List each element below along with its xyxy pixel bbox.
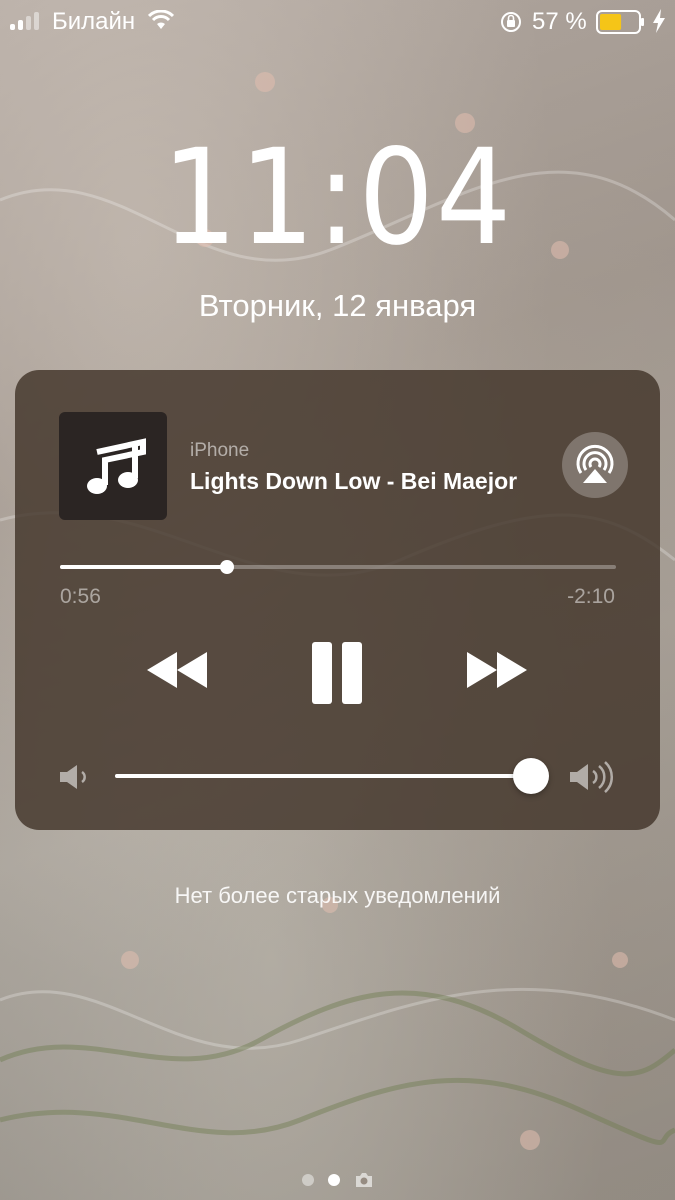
playback-scrubber[interactable] [60,560,616,574]
rotation-lock-icon [501,12,521,32]
wifi-icon [148,10,174,29]
album-artwork[interactable] [59,412,167,520]
carrier-name: Билайн [52,8,136,35]
volume-knob[interactable] [513,758,549,794]
pause-button[interactable] [310,640,364,711]
no-older-notifications-label: Нет более старых уведомлений [174,883,501,908]
time-remaining: -2:10 [567,585,615,608]
camera-icon [355,1173,372,1187]
music-note-icon [87,438,146,494]
page-dot [301,1174,314,1186]
pause-icon [312,642,362,704]
scrubber-knob[interactable] [219,560,234,574]
battery-percentage: 57 % [532,8,587,35]
status-bar: Билайн 57 % [0,0,675,44]
now-playing-widget: iPhone Lights Down Low - Bei Maejor 0:56… [15,370,660,830]
rewind-button[interactable] [145,650,209,695]
airplay-icon [576,444,614,483]
volume-slider[interactable] [115,758,549,794]
volume-low-icon [60,765,86,789]
playback-progress-fill [60,565,227,569]
rewind-icon [147,652,207,688]
volume-fill [115,774,531,778]
playback-source: iPhone [190,440,250,461]
lock-screen-date: Вторник, 12 января [198,288,477,323]
time-elapsed: 0:56 [60,585,101,608]
track-title[interactable]: Lights Down Low - Bei Maejor [190,468,517,495]
fast-forward-button[interactable] [465,650,529,695]
lock-screen-time: 11:04 [161,121,514,275]
volume-high-icon [570,761,614,793]
charging-icon [653,9,665,33]
page-dot-active [327,1174,340,1186]
page-indicator[interactable] [0,1172,675,1188]
fast-forward-icon [467,652,527,688]
airplay-button[interactable] [562,432,628,498]
signal-icon [10,12,39,30]
battery-icon [596,10,644,34]
